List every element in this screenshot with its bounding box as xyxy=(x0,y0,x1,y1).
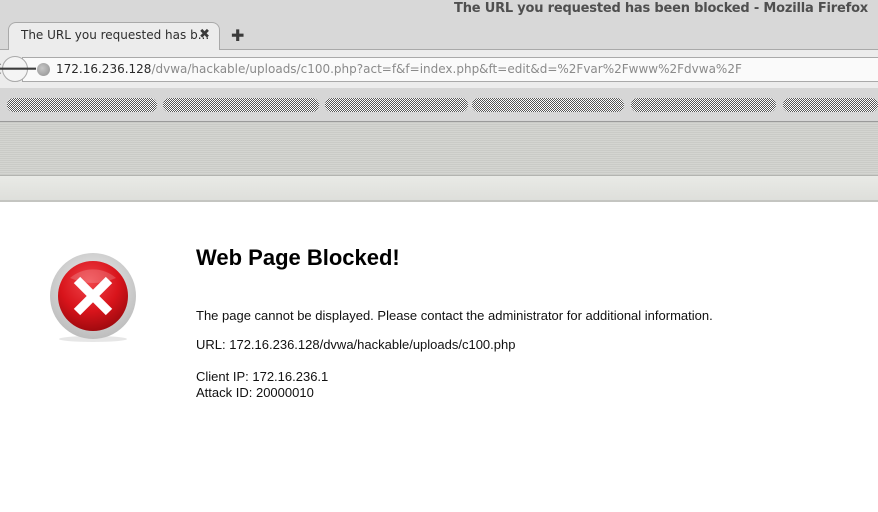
url-input[interactable]: 172.16.236.128/dvwa/hackable/uploads/c10… xyxy=(22,57,878,82)
blocked-x-icon xyxy=(50,253,136,342)
blocked-url: URL: 172.16.236.128/dvwa/hackable/upload… xyxy=(196,337,516,352)
globe-icon xyxy=(37,63,50,76)
url-path: /dvwa/hackable/uploads/c100.php?act=f&f=… xyxy=(151,62,742,76)
bookmark-item-redacted[interactable] xyxy=(325,98,468,112)
bookmark-item-redacted[interactable] xyxy=(783,98,878,112)
navigation-bar: 🡐 172.16.236.128/dvwa/hackable/uploads/c… xyxy=(0,50,878,88)
tab-active[interactable]: The URL you requested has b... ✖ xyxy=(8,22,220,50)
window-title: The URL you requested has been blocked -… xyxy=(454,1,868,16)
tab-title: The URL you requested has b... xyxy=(21,28,210,42)
tab-bar: The URL you requested has b... ✖ ✚ xyxy=(0,20,878,50)
blocked-message: The page cannot be displayed. Please con… xyxy=(196,308,713,323)
window-titlebar: The URL you requested has been blocked -… xyxy=(0,0,878,20)
bookmark-item-redacted[interactable] xyxy=(7,98,157,112)
url-host: 172.16.236.128 xyxy=(56,62,152,76)
close-icon[interactable]: ✖ xyxy=(199,27,210,42)
toolbar-band xyxy=(0,122,878,176)
page-title: Web Page Blocked! xyxy=(196,245,400,270)
back-arrow-icon: 🡐 xyxy=(0,59,38,79)
bookmark-item-redacted[interactable] xyxy=(631,98,776,112)
plus-icon[interactable]: ✚ xyxy=(231,26,244,45)
bookmarks-bar xyxy=(0,88,878,122)
bookmark-item-redacted[interactable] xyxy=(163,98,319,112)
bookmark-item-redacted[interactable] xyxy=(472,98,624,112)
back-button[interactable]: 🡐 xyxy=(0,56,38,82)
url-text: 172.16.236.128/dvwa/hackable/uploads/c10… xyxy=(56,62,742,76)
attack-id: Attack ID: 20000010 xyxy=(196,385,314,400)
page-content: Web Page Blocked! The page cannot be dis… xyxy=(0,203,878,512)
toolbar-band-light xyxy=(0,176,878,202)
client-ip: Client IP: 172.16.236.1 xyxy=(196,369,329,384)
